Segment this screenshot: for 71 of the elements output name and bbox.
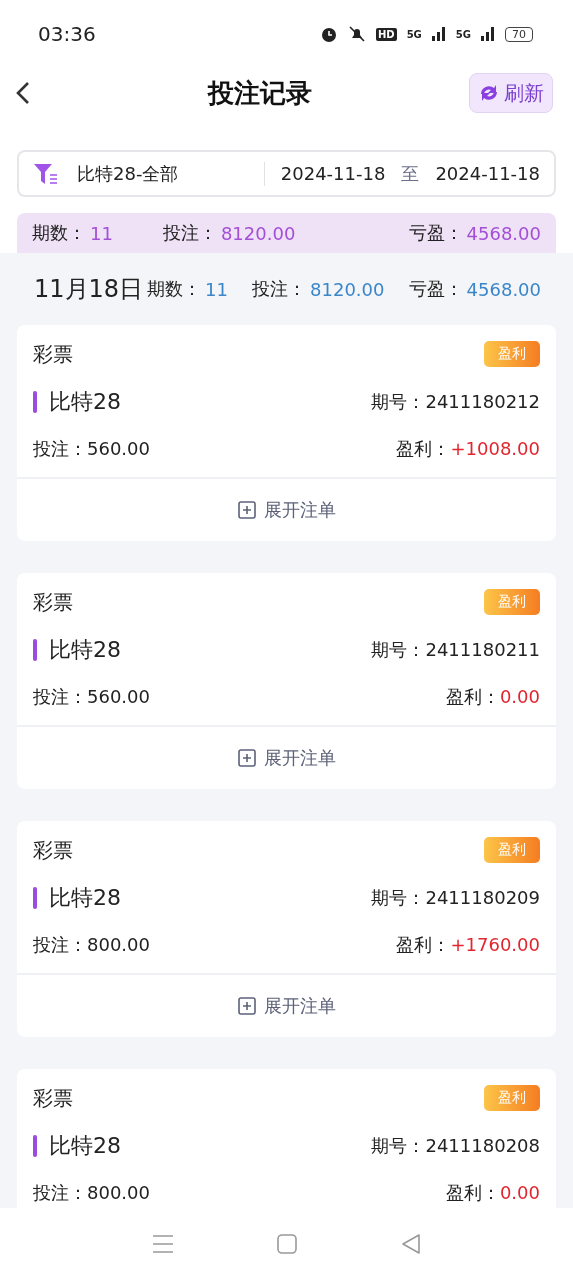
game-name: 比特28 — [49, 636, 121, 664]
bet-value: 8120.00 — [220, 222, 296, 244]
pnl-value: 4568.00 — [466, 222, 541, 244]
issue-number: 期号：2411180211 — [371, 638, 540, 662]
end-date[interactable]: 2024-11-18 — [435, 163, 540, 184]
game-filter[interactable]: 比特28-全部 — [77, 161, 264, 186]
start-date[interactable]: 2024-11-18 — [280, 163, 386, 184]
menu-icon[interactable] — [151, 1234, 174, 1254]
issue-number: 期号：2411180209 — [371, 886, 540, 910]
expand-button[interactable]: 展开注单 — [17, 477, 556, 541]
status-badge: 盈利 — [484, 589, 540, 615]
record-category: 彩票 — [33, 588, 73, 616]
status-badge: 盈利 — [484, 341, 540, 367]
periods-label: 期数： — [147, 277, 202, 301]
record-category: 彩票 — [33, 340, 73, 368]
pnl-label: 亏盈： — [408, 221, 463, 245]
page-title: 投注记录 — [207, 76, 312, 110]
periods-value: 11 — [205, 278, 228, 300]
signal-icon — [431, 27, 446, 41]
profit-value: +1008.00 — [450, 438, 540, 459]
bet-amount: 投注：560.00 — [33, 437, 150, 461]
periods-label: 期数： — [32, 221, 86, 245]
bet-value: 8120.00 — [310, 278, 385, 300]
accent-bar — [33, 639, 37, 661]
issue-number: 期号：2411180208 — [371, 1134, 540, 1158]
pnl-value: 4568.00 — [466, 278, 541, 300]
profit-label: 盈利： — [445, 686, 500, 707]
network-label: 5G — [406, 28, 422, 40]
home-icon[interactable] — [277, 1234, 298, 1254]
issue-number: 期号：2411180212 — [371, 390, 540, 414]
accent-bar — [33, 887, 37, 909]
game-name: 比特28 — [49, 884, 121, 912]
profit-label: 盈利： — [445, 1182, 500, 1203]
status-badge: 盈利 — [484, 837, 540, 863]
profit-label: 盈利： — [396, 934, 451, 955]
network-label: 5G — [455, 28, 471, 40]
record-category: 彩票 — [33, 836, 73, 864]
record-category: 彩票 — [33, 1084, 73, 1112]
accent-bar — [33, 1135, 37, 1157]
back-icon[interactable] — [16, 81, 30, 105]
plus-box-icon — [237, 997, 256, 1015]
accent-bar — [33, 391, 37, 413]
bet-amount: 投注：800.00 — [33, 933, 150, 957]
filter-bar[interactable]: 比特28-全部 2024-11-18 至 2024-11-18 — [17, 150, 556, 197]
game-name: 比特28 — [49, 388, 121, 416]
profit-value: +1760.00 — [450, 934, 540, 955]
status-time: 03:36 — [38, 22, 96, 46]
filter-icon — [33, 161, 59, 186]
expand-button[interactable]: 展开注单 — [17, 973, 556, 1037]
muted-bell-icon — [348, 25, 366, 43]
profit-label: 盈利： — [396, 438, 451, 459]
refresh-button[interactable]: 刷新 — [469, 73, 553, 113]
hd-badge: HD — [376, 27, 397, 41]
profit-value: 0.00 — [499, 1182, 540, 1203]
status-badge: 盈利 — [484, 1085, 540, 1111]
bet-label: 投注： — [252, 277, 307, 301]
pnl-label: 亏盈： — [408, 277, 463, 301]
profit-value: 0.00 — [499, 686, 540, 707]
battery-indicator: 70 — [505, 26, 533, 42]
date-separator: 至 — [401, 161, 420, 186]
bet-amount: 投注：560.00 — [33, 685, 150, 709]
game-name: 比特28 — [49, 1132, 121, 1160]
bet-label: 投注： — [162, 221, 217, 245]
expand-button[interactable]: 展开注单 — [17, 725, 556, 789]
alarm-icon — [320, 25, 338, 43]
plus-box-icon — [237, 501, 256, 519]
periods-value: 11 — [90, 222, 113, 244]
signal-icon — [481, 27, 495, 41]
day-date: 11月18日 — [34, 274, 144, 305]
bet-amount: 投注：800.00 — [33, 1181, 150, 1205]
plus-box-icon — [237, 749, 256, 767]
